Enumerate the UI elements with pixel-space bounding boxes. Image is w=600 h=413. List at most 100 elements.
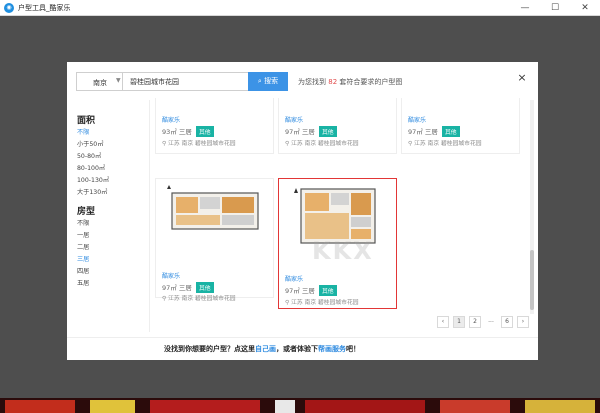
floorplan-search-dialog: × 南京 ▼ ⌕ 搜索 为您找到 82 套符合要求的户型图 面积 不限 小于50…: [67, 62, 538, 360]
city-select[interactable]: 南京 ▼: [76, 72, 123, 91]
card-area: 93㎡: [162, 128, 177, 136]
card-location-city: 江苏 南京: [168, 141, 194, 147]
room-filter-any[interactable]: 不限: [77, 218, 89, 227]
minimize-button[interactable]: —: [510, 0, 540, 16]
location-pin-icon: ⚲: [408, 141, 413, 147]
room-filter-two[interactable]: 二居: [77, 242, 89, 251]
card-rooms: 三居: [424, 128, 438, 136]
pagination-next-button[interactable]: ›: [517, 316, 529, 328]
footer-text-1: 没找到你想要的户型？点这里: [164, 345, 255, 353]
card-source: 酷家乐: [285, 276, 304, 283]
location-pin-icon: ⚲: [285, 300, 290, 306]
card-area: 97㎡: [285, 128, 300, 136]
dialog-footer: 没找到你想要的户型？点这里自己画，或者体验下帮画服务吧！: [164, 344, 360, 354]
maximize-button[interactable]: ☐: [540, 0, 570, 16]
pagination-page-6[interactable]: 6: [501, 316, 513, 328]
card-tag-badge: 其他: [318, 285, 337, 296]
floorplan-grid: 酷家乐 93㎡ 三居 其他 ⚲ 江苏 南京 碧桂园城市花园 酷家乐 97㎡ 三居…: [151, 98, 529, 312]
floorplan-card[interactable]: 酷家乐 97㎡ 三居 其他 ⚲ 江苏 南京 碧桂园城市花园: [278, 98, 397, 154]
pagination-ellipsis: ...: [488, 317, 494, 324]
card-location: ⚲ 江苏 南京 碧桂园城市花园: [408, 138, 482, 147]
filter-sidebar: 面积 不限 小于50㎡ 50-80㎡ 80-100㎡ 100-130㎡ 大于13…: [67, 100, 150, 332]
location-pin-icon: ⚲: [285, 141, 290, 147]
card-meta: 97㎡ 三居 其他: [285, 126, 337, 137]
floorplan-card-selected[interactable]: 酷家乐 97㎡ 三居 其他 ⚲ 江苏 南京 碧桂园城市花园: [278, 178, 397, 309]
card-location-community: 碧桂园城市花园: [317, 141, 359, 147]
city-select-value: 南京: [93, 79, 107, 87]
card-area: 97㎡: [162, 284, 177, 292]
window-titlebar: ◉ 户型工具_酷家乐 — ☐ ✕: [0, 0, 600, 16]
pagination-page-2[interactable]: 2: [469, 316, 481, 328]
app-logo-icon: ◉: [4, 3, 14, 13]
card-meta: 97㎡ 三居 其他: [285, 285, 337, 296]
result-count-text: 为您找到 82 套符合要求的户型图: [298, 77, 402, 87]
card-rooms: 三居: [301, 287, 315, 295]
grid-scrollbar[interactable]: [530, 100, 534, 314]
card-source: 酷家乐: [162, 117, 181, 124]
room-filter-title: 房型: [77, 207, 96, 217]
card-meta: 97㎡ 三居 其他: [408, 126, 460, 137]
card-location: ⚲ 江苏 南京 碧桂园城市花园: [162, 293, 236, 302]
floorplan-card[interactable]: 酷家乐 97㎡ 三居 其他 ⚲ 江苏 南京 碧桂园城市花园: [401, 98, 520, 154]
area-filter-title: 面积: [77, 116, 96, 126]
card-location: ⚲ 江苏 南京 碧桂园城市花园: [162, 138, 236, 147]
chevron-down-icon: ▼: [116, 77, 121, 84]
card-area: 97㎡: [285, 287, 300, 295]
card-area: 97㎡: [408, 128, 423, 136]
card-meta: 97㎡ 三居 其他: [162, 282, 214, 293]
card-rooms: 三居: [178, 284, 192, 292]
card-location-city: 江苏 南京: [291, 300, 317, 306]
card-location-city: 江苏 南京: [168, 296, 194, 302]
location-pin-icon: ⚲: [162, 141, 167, 147]
dialog-close-button[interactable]: ×: [516, 72, 528, 84]
location-pin-icon: ⚲: [162, 296, 167, 302]
card-tag-badge: 其他: [195, 126, 214, 137]
grid-scrollbar-thumb[interactable]: [530, 250, 534, 310]
footer-text-2: ，或者体验下: [276, 345, 318, 353]
room-filter-three[interactable]: 三居: [77, 254, 89, 263]
floorplan-image: [294, 188, 376, 244]
area-filter-under50[interactable]: 小于50㎡: [77, 139, 103, 148]
result-count-suffix: 套符合要求的户型图: [339, 78, 403, 86]
card-meta: 93㎡ 三居 其他: [162, 126, 214, 137]
card-location-community: 碧桂园城市花园: [440, 141, 482, 147]
area-filter-any[interactable]: 不限: [77, 127, 89, 136]
area-filter-100-130[interactable]: 100-130㎡: [77, 175, 109, 184]
pagination-prev-button[interactable]: ‹: [437, 316, 449, 328]
floorplan-card[interactable]: 酷家乐 97㎡ 三居 其他 ⚲ 江苏 南京 碧桂园城市花园: [155, 178, 274, 302]
card-tag-badge: 其他: [441, 126, 460, 137]
search-input[interactable]: [123, 72, 249, 91]
window-close-button[interactable]: ✕: [570, 0, 600, 16]
result-count-number: 82: [328, 78, 338, 86]
area-filter-50-80[interactable]: 50-80㎡: [77, 151, 101, 160]
area-filter-over130[interactable]: 大于130㎡: [77, 187, 107, 196]
draw-yourself-link[interactable]: 自己画: [255, 345, 276, 353]
card-location-city: 江苏 南京: [414, 141, 440, 147]
search-button[interactable]: ⌕ 搜索: [248, 72, 288, 91]
card-source: 酷家乐: [162, 273, 181, 280]
room-filter-one[interactable]: 一居: [77, 230, 89, 239]
card-location-community: 碧桂园城市花园: [194, 296, 236, 302]
room-filter-five[interactable]: 五居: [77, 278, 89, 287]
card-location-city: 江苏 南京: [291, 141, 317, 147]
card-tag-badge: 其他: [318, 126, 337, 137]
footer-text-3: 吧！: [346, 345, 360, 353]
room-filter-four[interactable]: 四居: [77, 266, 89, 275]
search-button-label: 搜索: [264, 77, 279, 85]
floorplan-card[interactable]: 酷家乐 93㎡ 三居 其他 ⚲ 江苏 南京 碧桂园城市花园: [155, 98, 274, 154]
card-location: ⚲ 江苏 南京 碧桂园城市花园: [285, 297, 359, 306]
card-tag-badge: 其他: [195, 282, 214, 293]
drawing-service-link[interactable]: 帮画服务: [318, 345, 346, 353]
floorplan-image: [167, 185, 259, 230]
footer-divider: [67, 337, 538, 338]
card-location-community: 碧桂园城市花园: [317, 300, 359, 306]
area-filter-80-100[interactable]: 80-100㎡: [77, 163, 105, 172]
pagination-page-1[interactable]: 1: [453, 316, 465, 328]
card-rooms: 三居: [178, 128, 192, 136]
result-count-prefix: 为您找到: [298, 78, 326, 86]
card-location: ⚲ 江苏 南京 碧桂园城市花园: [285, 138, 359, 147]
search-icon: ⌕: [257, 77, 262, 85]
window-title: 户型工具_酷家乐: [18, 4, 71, 12]
card-source: 酷家乐: [285, 117, 304, 124]
card-rooms: 三居: [301, 128, 315, 136]
